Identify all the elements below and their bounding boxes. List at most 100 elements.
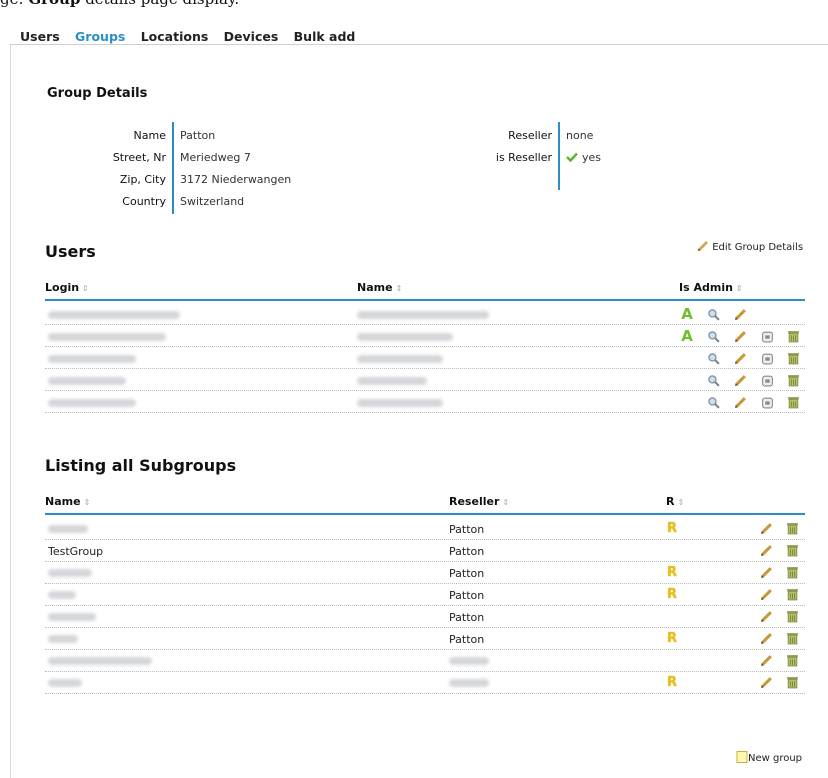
password-icon <box>761 353 773 364</box>
users-col-login[interactable]: Login ⇕ <box>45 281 89 294</box>
table-row-separator <box>45 412 805 413</box>
group-details-left-values: Patton Meriedweg 7 3172 Niederwangen Swi… <box>180 124 291 212</box>
change-password-icon[interactable] <box>760 395 774 409</box>
sort-icon: ⇕ <box>395 284 403 293</box>
table-row-separator <box>45 324 805 325</box>
trash-icon <box>786 654 798 666</box>
new-group-link[interactable]: New group <box>736 751 802 764</box>
user-login-redacted[interactable] <box>48 309 180 322</box>
subgroup-reseller: Patton <box>449 567 485 580</box>
reseller-badge-icon: R <box>666 520 677 536</box>
delete-subgroup-icon[interactable] <box>785 587 799 601</box>
subgroup-name-redacted[interactable] <box>48 611 96 624</box>
subgroup-reseller-redacted <box>449 677 489 690</box>
subgroups-col-name[interactable]: Name ⇕ <box>45 495 90 508</box>
name-label: Name <box>133 128 166 142</box>
pencil-icon <box>760 676 772 688</box>
edit-subgroup-icon[interactable] <box>759 565 773 579</box>
subgroup-name[interactable]: TestGroup <box>48 545 103 558</box>
edit-subgroup-icon[interactable] <box>759 543 773 557</box>
trash-icon <box>787 330 799 342</box>
user-name-redacted <box>357 309 489 322</box>
delete-subgroup-icon[interactable] <box>785 675 799 689</box>
delete-subgroup-icon[interactable] <box>785 565 799 579</box>
tab-users[interactable]: Users <box>20 29 60 44</box>
subgroups-header-line <box>45 513 805 515</box>
user-login-redacted[interactable] <box>48 353 136 366</box>
subgroup-name-redacted[interactable] <box>48 523 88 536</box>
reseller-badge-icon: R <box>666 586 677 602</box>
user-login-redacted[interactable] <box>48 331 166 344</box>
group-details-right-labels: Reseller is Reseller <box>455 124 552 168</box>
tab-groups[interactable]: Groups <box>75 29 125 44</box>
details-divider-left <box>172 122 174 214</box>
delete-subgroup-icon[interactable] <box>785 609 799 623</box>
edit-subgroup-icon[interactable] <box>759 521 773 535</box>
group-details-left-labels: Name Street, Nr Zip, City Country <box>70 124 166 212</box>
trash-icon <box>786 632 798 644</box>
trash-icon <box>787 374 799 386</box>
edit-user-icon[interactable] <box>733 373 747 387</box>
view-user-icon[interactable] <box>706 307 720 321</box>
edit-user-icon[interactable] <box>733 395 747 409</box>
edit-subgroup-icon[interactable] <box>759 653 773 667</box>
edit-user-icon[interactable] <box>733 351 747 365</box>
delete-user-icon[interactable] <box>786 395 800 409</box>
edit-subgroup-icon[interactable] <box>759 675 773 689</box>
edit-subgroup-icon[interactable] <box>759 631 773 645</box>
street-value: Meriedweg 7 <box>180 150 251 164</box>
tab-bulk-add[interactable]: Bulk add <box>294 29 356 44</box>
view-user-icon[interactable] <box>706 373 720 387</box>
subgroup-name-redacted[interactable] <box>48 633 78 646</box>
magnifier-icon <box>707 374 720 387</box>
delete-subgroup-icon[interactable] <box>785 631 799 645</box>
users-col-is-admin[interactable]: Is Admin ⇕ <box>679 281 743 294</box>
sort-icon: ⇕ <box>83 498 91 507</box>
zip-city-label: Zip, City <box>119 172 166 186</box>
main-nav: Users Groups Locations Devices Bulk add <box>20 29 366 44</box>
magnifier-icon <box>707 352 720 365</box>
subgroup-name-redacted[interactable] <box>48 677 82 690</box>
zip-city-value: 3172 Niederwangen <box>180 172 292 186</box>
subgroup-name-redacted[interactable] <box>48 589 76 602</box>
pencil-icon <box>734 396 746 408</box>
view-user-icon[interactable] <box>706 395 720 409</box>
reseller-badge-icon: R <box>666 564 677 580</box>
magnifier-icon <box>707 330 720 343</box>
user-login-redacted[interactable] <box>48 397 136 410</box>
view-user-icon[interactable] <box>706 351 720 365</box>
edit-subgroup-icon[interactable] <box>759 609 773 623</box>
trash-icon <box>786 676 798 688</box>
user-login-redacted[interactable] <box>48 375 126 388</box>
subgroup-name-redacted[interactable] <box>48 567 92 580</box>
user-name-redacted <box>357 353 443 366</box>
edit-subgroup-icon[interactable] <box>759 587 773 601</box>
users-col-name[interactable]: Name ⇕ <box>357 281 402 294</box>
delete-user-icon[interactable] <box>786 351 800 365</box>
delete-user-icon[interactable] <box>786 329 800 343</box>
table-row-separator <box>45 605 805 606</box>
view-user-icon[interactable] <box>706 329 720 343</box>
change-password-icon[interactable] <box>760 351 774 365</box>
content-divider <box>10 44 828 45</box>
sort-icon: ⇕ <box>502 498 510 507</box>
tab-locations[interactable]: Locations <box>141 29 209 44</box>
is-reseller-label: is Reseller <box>495 150 552 164</box>
change-password-icon[interactable] <box>760 373 774 387</box>
edit-group-details-link[interactable]: Edit Group Details <box>697 240 803 253</box>
edit-user-icon[interactable] <box>733 329 747 343</box>
delete-subgroup-icon[interactable] <box>785 543 799 557</box>
name-value: Patton <box>180 128 216 142</box>
table-row-separator <box>45 368 805 369</box>
delete-subgroup-icon[interactable] <box>785 521 799 535</box>
edit-user-icon[interactable] <box>733 307 747 321</box>
tab-devices[interactable]: Devices <box>224 29 279 44</box>
subgroup-name-redacted[interactable] <box>48 655 152 668</box>
magnifier-icon <box>707 308 720 321</box>
subgroups-col-reseller[interactable]: Reseller ⇕ <box>449 495 509 508</box>
is-reseller-value: yes <box>582 150 602 164</box>
delete-subgroup-icon[interactable] <box>785 653 799 667</box>
change-password-icon[interactable] <box>760 329 774 343</box>
delete-user-icon[interactable] <box>786 373 800 387</box>
subgroups-col-r[interactable]: R ⇕ <box>666 495 684 508</box>
